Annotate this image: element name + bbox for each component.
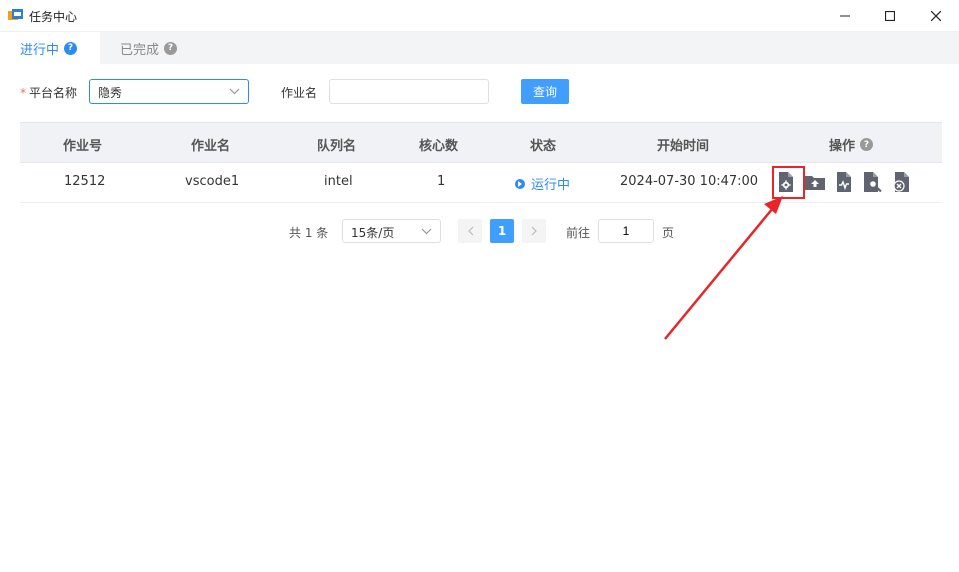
maximize-icon: [885, 11, 895, 21]
cell-cores: 1: [437, 174, 446, 189]
highlight-box: [772, 166, 805, 199]
cell-job-id: 12512: [64, 174, 106, 189]
minimize-icon: [840, 15, 850, 17]
tab-label: 进行中: [20, 42, 60, 58]
monitor-file-button[interactable]: [834, 171, 854, 193]
cell-job-name: vscode1: [185, 174, 240, 189]
upload-folder-button[interactable]: [805, 171, 825, 193]
header-actions: 操作 ?: [829, 135, 874, 154]
job-name-label: 作业名: [281, 86, 318, 100]
query-button[interactable]: 查询: [521, 79, 569, 104]
folder-upload-icon: [805, 176, 825, 190]
help-icon[interactable]: ?: [860, 138, 874, 151]
table-header: 作业号 作业名 队列名 核心数 状态 开始时间 操作 ?: [20, 122, 942, 163]
cell-status: 运行中: [515, 174, 570, 193]
job-name-input[interactable]: [329, 79, 489, 104]
tab-in-progress[interactable]: 进行中 ?: [0, 32, 100, 64]
window-title: 任务中心: [29, 10, 78, 24]
header-job-name: 作业名: [191, 139, 231, 154]
tab-label: 已完成: [120, 42, 160, 58]
chevron-left-icon: [467, 226, 473, 236]
header-start-time: 开始时间: [657, 139, 710, 154]
cell-queue: intel: [324, 174, 353, 189]
page-size-value: 15条/页: [351, 226, 395, 240]
platform-label: * 平台名称: [20, 86, 78, 100]
tab-bar: 进行中 ? 已完成 ?: [0, 32, 959, 64]
goto-label: 前往: [566, 226, 591, 240]
help-icon[interactable]: ?: [64, 41, 78, 55]
chevron-down-icon: [229, 88, 240, 95]
minimize-button[interactable]: [822, 0, 868, 32]
tab-completed[interactable]: 已完成 ?: [120, 32, 178, 64]
next-page-button[interactable]: [522, 219, 546, 243]
page-number-current[interactable]: 1: [490, 219, 514, 243]
title-bar: 任务中心: [0, 0, 959, 32]
goto-page-input[interactable]: [598, 219, 654, 243]
total-count: 共 1 条: [289, 226, 329, 240]
close-icon: [931, 11, 941, 21]
file-cancel-icon: [893, 172, 909, 192]
page-size-select[interactable]: 15条/页: [342, 219, 441, 243]
help-icon[interactable]: ?: [164, 41, 178, 55]
header-queue: 队列名: [317, 139, 357, 154]
cancel-job-button[interactable]: [892, 171, 912, 193]
running-icon: [515, 178, 525, 189]
maximize-button[interactable]: [867, 0, 913, 32]
file-search-icon: [864, 172, 882, 192]
prev-page-button[interactable]: [458, 219, 482, 243]
header-job-id: 作业号: [63, 139, 103, 154]
status-text: 运行中: [531, 178, 571, 193]
platform-select[interactable]: 隐秀: [89, 79, 249, 104]
search-file-button[interactable]: [863, 171, 883, 193]
app-icon: [8, 9, 23, 20]
required-mark: *: [20, 86, 26, 100]
chevron-right-icon: [531, 226, 537, 236]
platform-select-value: 隐秀: [98, 86, 123, 100]
cell-start-time: 2024-07-30 10:47:00: [620, 174, 759, 189]
chevron-down-icon: [421, 228, 432, 235]
file-monitor-icon: [837, 172, 851, 192]
header-status: 状态: [530, 139, 557, 154]
header-cores: 核心数: [419, 139, 459, 154]
close-button[interactable]: [913, 0, 959, 32]
page-suffix: 页: [662, 226, 675, 240]
